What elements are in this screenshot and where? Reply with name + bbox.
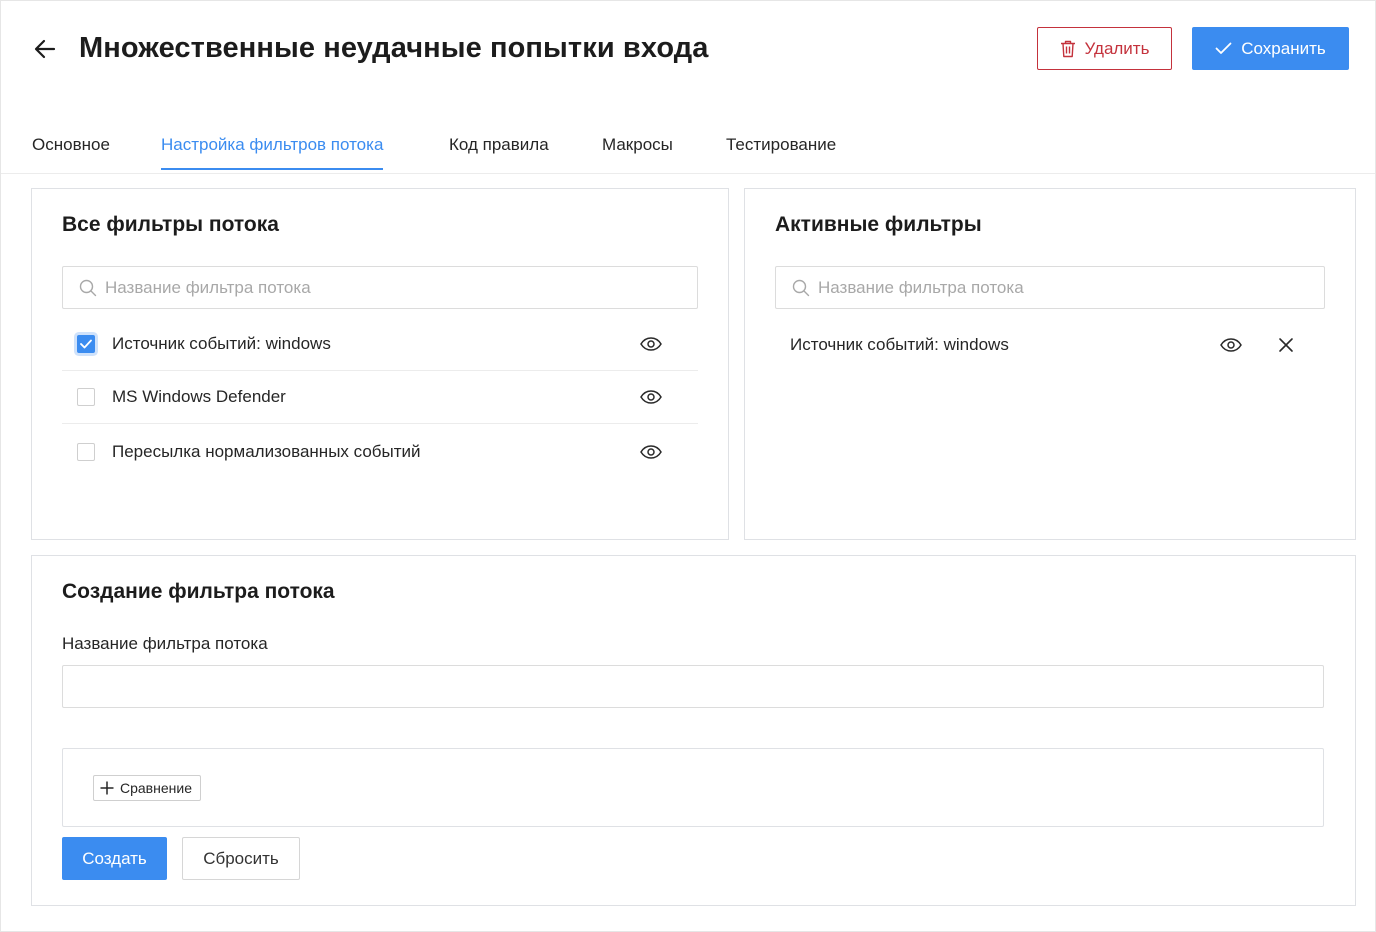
eye-icon[interactable]	[639, 332, 663, 356]
filter-checkbox[interactable]	[77, 388, 95, 406]
tab-rule-code[interactable]: Код правила	[449, 135, 549, 168]
list-item: Источник событий: windows	[775, 318, 1325, 371]
arrow-left-icon	[34, 39, 56, 59]
active-filter-label: Источник событий: windows	[790, 334, 1009, 354]
filter-label: Пересылка нормализованных событий	[112, 441, 421, 461]
page-title: Множественные неудачные попытки входа	[79, 32, 709, 64]
save-label: Сохранить	[1241, 38, 1326, 58]
reset-button[interactable]: Сбросить	[182, 837, 300, 880]
filter-name-label: Название фильтра потока	[62, 634, 268, 653]
list-item[interactable]: MS Windows Defender	[62, 371, 698, 424]
add-comparison-button[interactable]: Сравнение	[93, 775, 201, 801]
filter-label: MS Windows Defender	[112, 387, 286, 406]
all-filters-title: Все фильтры потока	[62, 213, 279, 236]
active-filters-title: Активные фильтры	[775, 213, 982, 236]
app-frame: Множественные неудачные попытки входа Уд…	[0, 0, 1376, 932]
list-item[interactable]: Источник событий: windows	[62, 318, 698, 371]
tab-testing[interactable]: Тестирование	[726, 135, 836, 168]
tab-bar: Основное Настройка фильтров потока Код п…	[1, 126, 1375, 174]
search-icon	[792, 279, 810, 297]
filter-checkbox[interactable]	[77, 335, 95, 353]
back-button[interactable]	[31, 35, 59, 63]
active-filters-search-input[interactable]	[816, 276, 1286, 299]
filter-label: Источник событий: windows	[112, 334, 331, 353]
delete-label: Удалить	[1084, 38, 1150, 58]
tab-main[interactable]: Основное	[32, 135, 110, 168]
tab-macros[interactable]: Макросы	[602, 135, 673, 168]
active-filters-search[interactable]	[775, 266, 1325, 309]
plus-icon	[100, 781, 114, 795]
search-icon	[79, 279, 97, 297]
delete-button[interactable]: Удалить	[1037, 27, 1172, 70]
comparison-label: Сравнение	[120, 780, 192, 796]
conditions-box: Сравнение	[62, 748, 1324, 827]
filter-name-input[interactable]	[62, 665, 1324, 708]
tab-stream-filters[interactable]: Настройка фильтров потока	[161, 135, 384, 170]
save-button[interactable]: Сохранить	[1192, 27, 1349, 70]
close-icon[interactable]	[1274, 333, 1298, 357]
eye-icon[interactable]	[639, 385, 663, 409]
create-filter-title: Создание фильтра потока	[62, 580, 335, 603]
list-item[interactable]: Пересылка нормализованных событий	[62, 425, 698, 478]
all-filters-search-input[interactable]	[103, 276, 646, 299]
eye-icon[interactable]	[1219, 333, 1243, 357]
trash-icon	[1060, 40, 1075, 57]
filter-checkbox[interactable]	[77, 442, 95, 461]
all-filters-search[interactable]	[62, 266, 698, 309]
check-icon	[1215, 42, 1232, 54]
check-icon	[80, 339, 92, 349]
eye-icon[interactable]	[639, 440, 663, 464]
create-button[interactable]: Создать	[62, 837, 167, 880]
